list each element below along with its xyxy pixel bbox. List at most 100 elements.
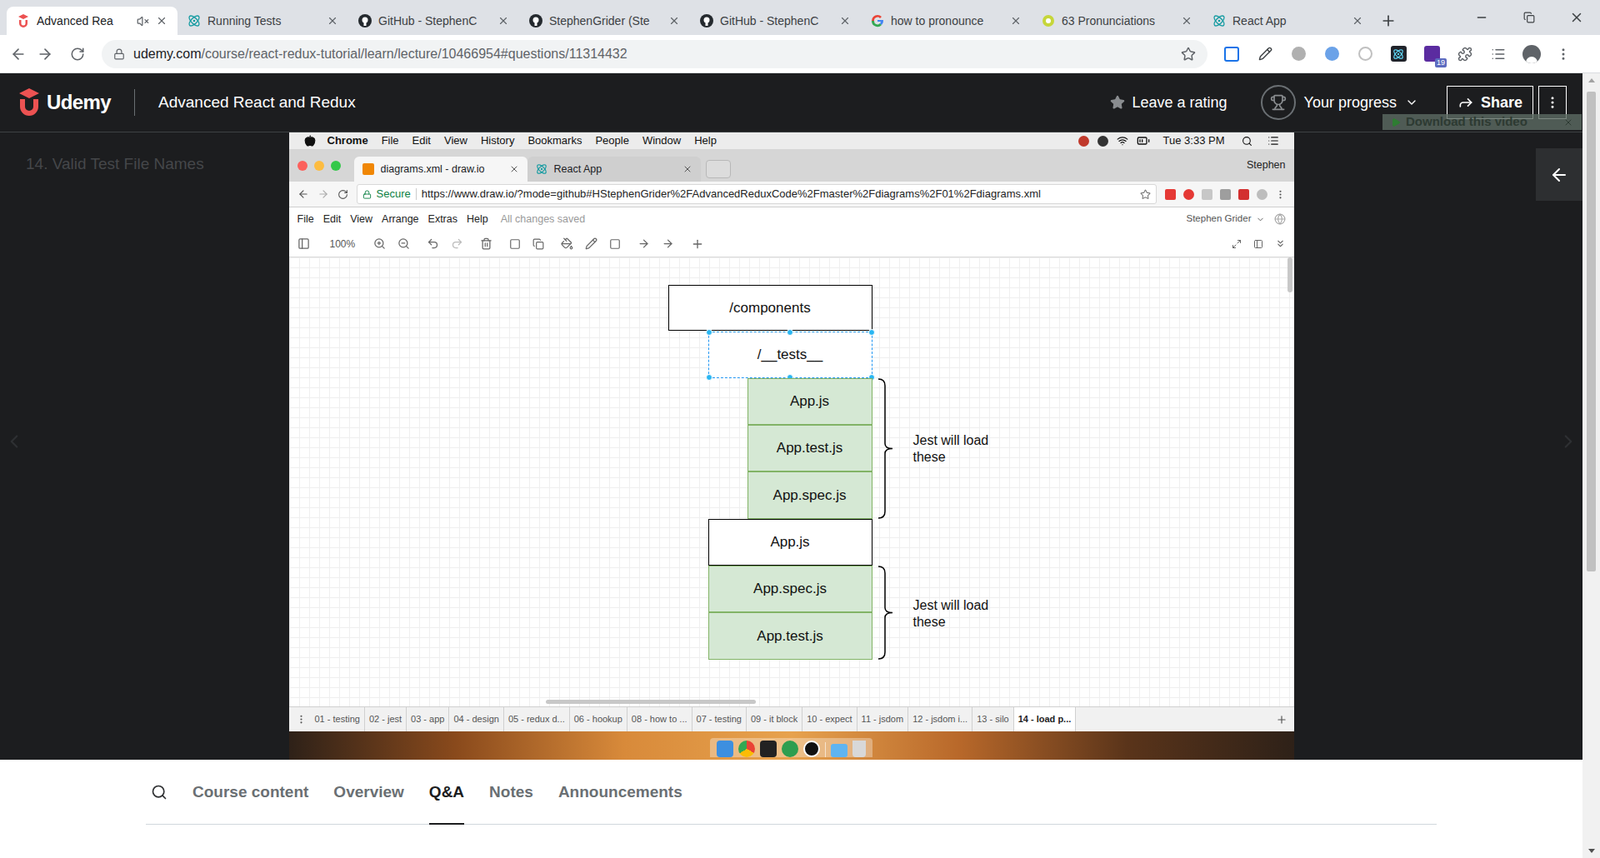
- muted-speaker-icon[interactable]: [136, 15, 150, 28]
- app-dock-icon[interactable]: [803, 740, 820, 758]
- fullscreen-icon[interactable]: [1231, 239, 1242, 250]
- extension-grid-icon[interactable]: [1222, 45, 1241, 64]
- finder-dock-icon[interactable]: [716, 740, 734, 758]
- mac-menu-item[interactable]: Edit: [412, 132, 431, 150]
- mac-menu-item[interactable]: Help: [694, 132, 717, 150]
- extension-icon[interactable]: [1256, 189, 1268, 200]
- udemy-logo[interactable]: Udemy: [16, 87, 111, 118]
- page-scrollbar[interactable]: [1582, 73, 1600, 858]
- page-tab[interactable]: 14 - load p...: [1014, 707, 1077, 732]
- page-tab[interactable]: 04 - design: [449, 707, 504, 732]
- chrome-omnibox[interactable]: Securehttps://www.draw.io/?mode=github#H…: [356, 184, 1157, 205]
- minimize-button[interactable]: [1457, 0, 1505, 35]
- extension-icon[interactable]: [1165, 189, 1176, 200]
- browser-tab[interactable]: how to pronounce: [860, 6, 1032, 35]
- extension-icon[interactable]: [1238, 189, 1250, 200]
- mac-menu-item[interactable]: People: [595, 132, 629, 150]
- drawio-menu-item[interactable]: Edit: [323, 211, 342, 228]
- extensions-puzzle-icon[interactable]: [1455, 45, 1475, 64]
- diagram-node[interactable]: /components: [668, 285, 873, 331]
- vertical-scroll-thumb[interactable]: [1287, 257, 1293, 293]
- diagram-node[interactable]: App.test.js: [708, 612, 873, 660]
- format-toggle-icon[interactable]: [1253, 239, 1264, 250]
- close-tab-icon[interactable]: [682, 164, 693, 175]
- scroll-down-icon[interactable]: [1587, 844, 1596, 858]
- redo-icon[interactable]: [450, 237, 464, 250]
- mac-menu-item[interactable]: File: [381, 132, 400, 150]
- back-icon[interactable]: [10, 45, 27, 63]
- restore-button[interactable]: [1505, 0, 1553, 35]
- page-tab[interactable]: 02 - jest: [365, 707, 407, 732]
- next-lecture-icon[interactable]: [1557, 430, 1580, 453]
- reload-icon[interactable]: [70, 46, 85, 62]
- chrome-tab[interactable]: diagrams.xml - draw.io: [354, 156, 528, 182]
- browser-tab[interactable]: Advanced Rea: [6, 6, 178, 35]
- close-tab-icon[interactable]: [1180, 15, 1193, 27]
- connection-icon[interactable]: [637, 237, 650, 250]
- browser-tab[interactable]: GitHub - StephenC: [690, 6, 861, 35]
- chrome-dock-icon[interactable]: [738, 740, 755, 758]
- fill-color-icon[interactable]: [560, 237, 574, 250]
- bookmark-star-icon[interactable]: [1140, 189, 1151, 200]
- diagram-node[interactable]: /__tests__: [708, 331, 873, 379]
- status-icon[interactable]: [1078, 135, 1090, 147]
- lock-icon[interactable]: [113, 48, 125, 60]
- close-tab-icon[interactable]: [839, 15, 851, 27]
- leave-rating-button[interactable]: Leave a rating: [1110, 91, 1227, 115]
- zoom-out-icon[interactable]: [397, 237, 410, 250]
- selection-handle[interactable]: [868, 329, 875, 336]
- close-tab-icon[interactable]: [326, 15, 339, 27]
- zoom-in-icon[interactable]: [373, 237, 386, 250]
- pages-menu[interactable]: [292, 707, 311, 732]
- close-tab-icon[interactable]: [1351, 15, 1364, 27]
- zoom-traffic-light[interactable]: [330, 160, 341, 171]
- course-tab[interactable]: Notes: [489, 760, 534, 825]
- browser-tab[interactable]: StephenGrider (Ste: [519, 6, 690, 35]
- scroll-up-icon[interactable]: [1587, 73, 1596, 88]
- diagram-node[interactable]: App.spec.js: [708, 565, 873, 613]
- horizontal-scroll-thumb[interactable]: [545, 700, 756, 705]
- omnibox[interactable]: udemy.com/course/react-redux-tutorial/le…: [101, 40, 1208, 69]
- diagram-node[interactable]: App.spec.js: [747, 471, 873, 520]
- new-tab-button[interactable]: [705, 160, 731, 179]
- mac-menu-item[interactable]: Window: [642, 132, 681, 150]
- drawio-menu-item[interactable]: Extras: [428, 211, 458, 228]
- forward-icon[interactable]: [317, 188, 330, 200]
- status-icon[interactable]: [1097, 135, 1109, 147]
- previous-lecture-icon[interactable]: [3, 430, 25, 453]
- new-tab-button[interactable]: [1373, 6, 1404, 35]
- to-back-icon[interactable]: [532, 238, 545, 250]
- folder-dock-icon[interactable]: [830, 744, 848, 758]
- diagram-node[interactable]: App.js: [747, 378, 873, 425]
- app-dock-icon[interactable]: [781, 740, 799, 758]
- page-tab[interactable]: 12 - jsdom i...: [908, 707, 973, 732]
- reload-icon[interactable]: [337, 189, 349, 200]
- drawio-menu-item[interactable]: File: [297, 211, 315, 228]
- mac-menu-item[interactable]: History: [480, 132, 515, 150]
- zoom-level[interactable]: 100%: [330, 236, 356, 252]
- minimize-traffic-light[interactable]: [314, 160, 325, 171]
- drawio-menu-item[interactable]: Arrange: [381, 211, 419, 228]
- profile-avatar-icon[interactable]: [1522, 45, 1541, 64]
- scroll-thumb[interactable]: [1586, 91, 1596, 572]
- annotation-label[interactable]: Jest will load these: [913, 597, 1005, 631]
- terminal-dock-icon[interactable]: [760, 740, 777, 758]
- format-panel-icon[interactable]: [297, 237, 310, 250]
- selection-handle[interactable]: [705, 329, 713, 336]
- close-overlay-icon[interactable]: [1563, 117, 1574, 128]
- close-tab-icon[interactable]: [497, 15, 510, 27]
- course-tab[interactable]: Q&A: [429, 760, 465, 825]
- battery-icon[interactable]: [1136, 134, 1150, 148]
- extension-icon[interactable]: [1183, 189, 1195, 200]
- shadow-icon[interactable]: [609, 238, 621, 250]
- extension-badge-icon[interactable]: 19: [1422, 45, 1441, 64]
- page-tab[interactable]: 08 - how to ...: [627, 707, 693, 732]
- close-tab-icon[interactable]: [509, 164, 520, 175]
- close-tab-icon[interactable]: [668, 15, 680, 27]
- browser-tab[interactable]: 63 Pronunciations: [1031, 6, 1203, 35]
- extension-react-devtools-icon[interactable]: [1389, 45, 1408, 64]
- page-tab[interactable]: 01 - testing: [310, 707, 365, 732]
- page-tab[interactable]: 03 - app: [406, 707, 450, 732]
- add-page-button[interactable]: [1272, 707, 1291, 732]
- extension-gear-icon[interactable]: [1289, 45, 1308, 64]
